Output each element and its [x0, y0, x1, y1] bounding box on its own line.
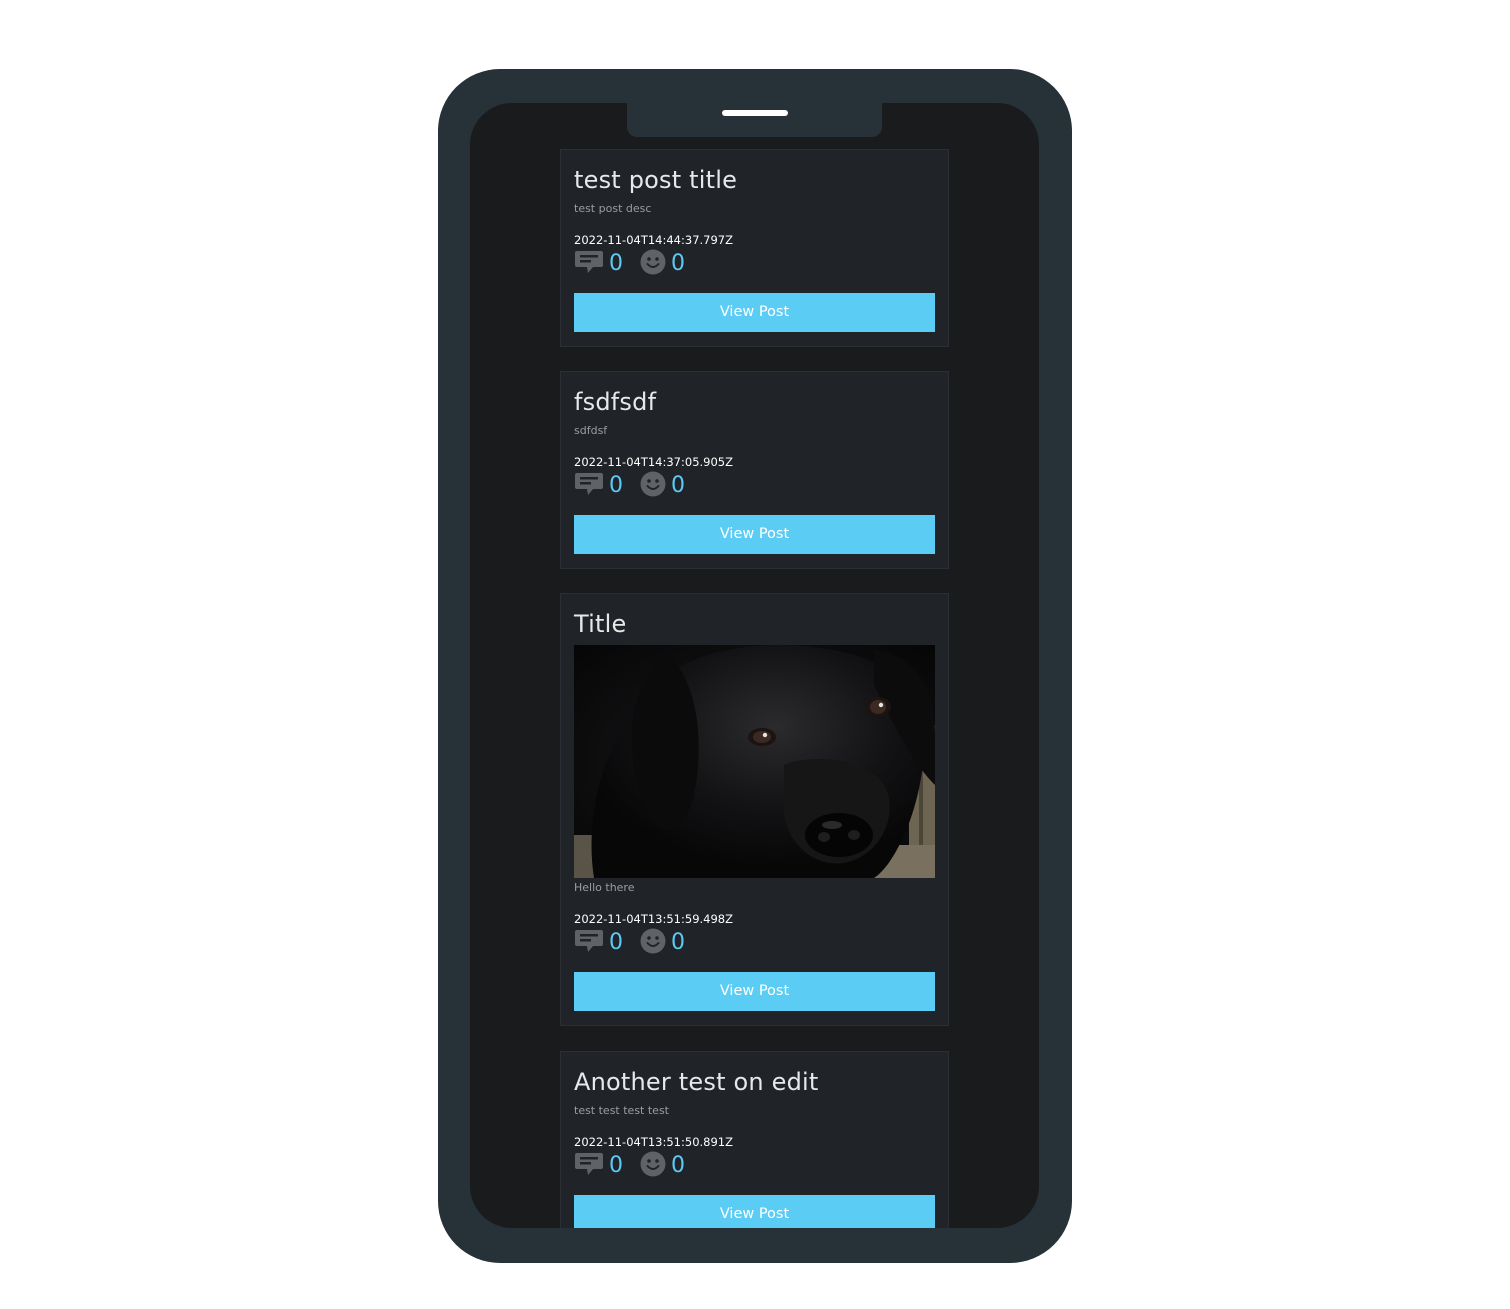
comment-stat[interactable]: 0	[574, 1151, 623, 1181]
reaction-stat[interactable]: 0	[640, 249, 685, 279]
comment-count: 0	[609, 1153, 623, 1178]
reaction-count: 0	[671, 251, 685, 276]
post-description: sdfdsf	[574, 424, 608, 437]
reaction-count: 0	[671, 473, 685, 498]
post-title: Title	[574, 610, 627, 638]
comment-icon	[574, 471, 604, 501]
smiley-icon	[640, 471, 666, 501]
comment-stat[interactable]: 0	[574, 249, 623, 279]
post-date: 2022-11-04T14:44:37.797Z	[574, 233, 733, 247]
post-stats: 0 0	[574, 927, 935, 959]
post-card: Another test on edit test test test test…	[560, 1051, 949, 1228]
post-title: fsdfsdf	[574, 388, 657, 416]
phone-screen: test post title test post desc 2022-11-0…	[470, 103, 1039, 1228]
post-title: Another test on edit	[574, 1068, 819, 1096]
reaction-stat[interactable]: 0	[640, 471, 685, 501]
post-stats: 0 0	[574, 1150, 935, 1182]
view-post-button[interactable]: View Post	[574, 293, 935, 332]
post-description: test post desc	[574, 202, 652, 215]
phone-frame: test post title test post desc 2022-11-0…	[438, 69, 1072, 1263]
reaction-count: 0	[671, 1153, 685, 1178]
post-stats: 0 0	[574, 470, 935, 502]
reaction-stat[interactable]: 0	[640, 928, 685, 958]
comment-icon	[574, 249, 604, 279]
post-feed[interactable]: test post title test post desc 2022-11-0…	[560, 149, 949, 1228]
view-post-button[interactable]: View Post	[574, 515, 935, 554]
comment-icon	[574, 1151, 604, 1181]
post-card: test post title test post desc 2022-11-0…	[560, 149, 949, 347]
smiley-icon	[640, 249, 666, 279]
comment-stat[interactable]: 0	[574, 928, 623, 958]
smiley-icon	[640, 928, 666, 958]
smiley-icon	[640, 1151, 666, 1181]
post-date: 2022-11-04T13:51:50.891Z	[574, 1135, 733, 1149]
post-date: 2022-11-04T14:37:05.905Z	[574, 455, 733, 469]
post-image	[574, 645, 935, 878]
post-description: test test test test	[574, 1104, 669, 1117]
comment-icon	[574, 928, 604, 958]
post-date: 2022-11-04T13:51:59.498Z	[574, 912, 733, 926]
view-post-button[interactable]: View Post	[574, 1195, 935, 1228]
post-stats: 0 0	[574, 248, 935, 280]
comment-count: 0	[609, 930, 623, 955]
comment-count: 0	[609, 251, 623, 276]
post-card: Title Hello there 2022-11-04T13:51:59.49…	[560, 593, 949, 1026]
post-description: Hello there	[574, 881, 635, 894]
reaction-stat[interactable]: 0	[640, 1151, 685, 1181]
speaker-bar	[722, 110, 788, 116]
comment-count: 0	[609, 473, 623, 498]
view-post-button[interactable]: View Post	[574, 972, 935, 1011]
reaction-count: 0	[671, 930, 685, 955]
post-title: test post title	[574, 166, 738, 194]
phone-notch	[627, 103, 882, 137]
comment-stat[interactable]: 0	[574, 471, 623, 501]
post-card: fsdfsdf sdfdsf 2022-11-04T14:37:05.905Z …	[560, 371, 949, 569]
